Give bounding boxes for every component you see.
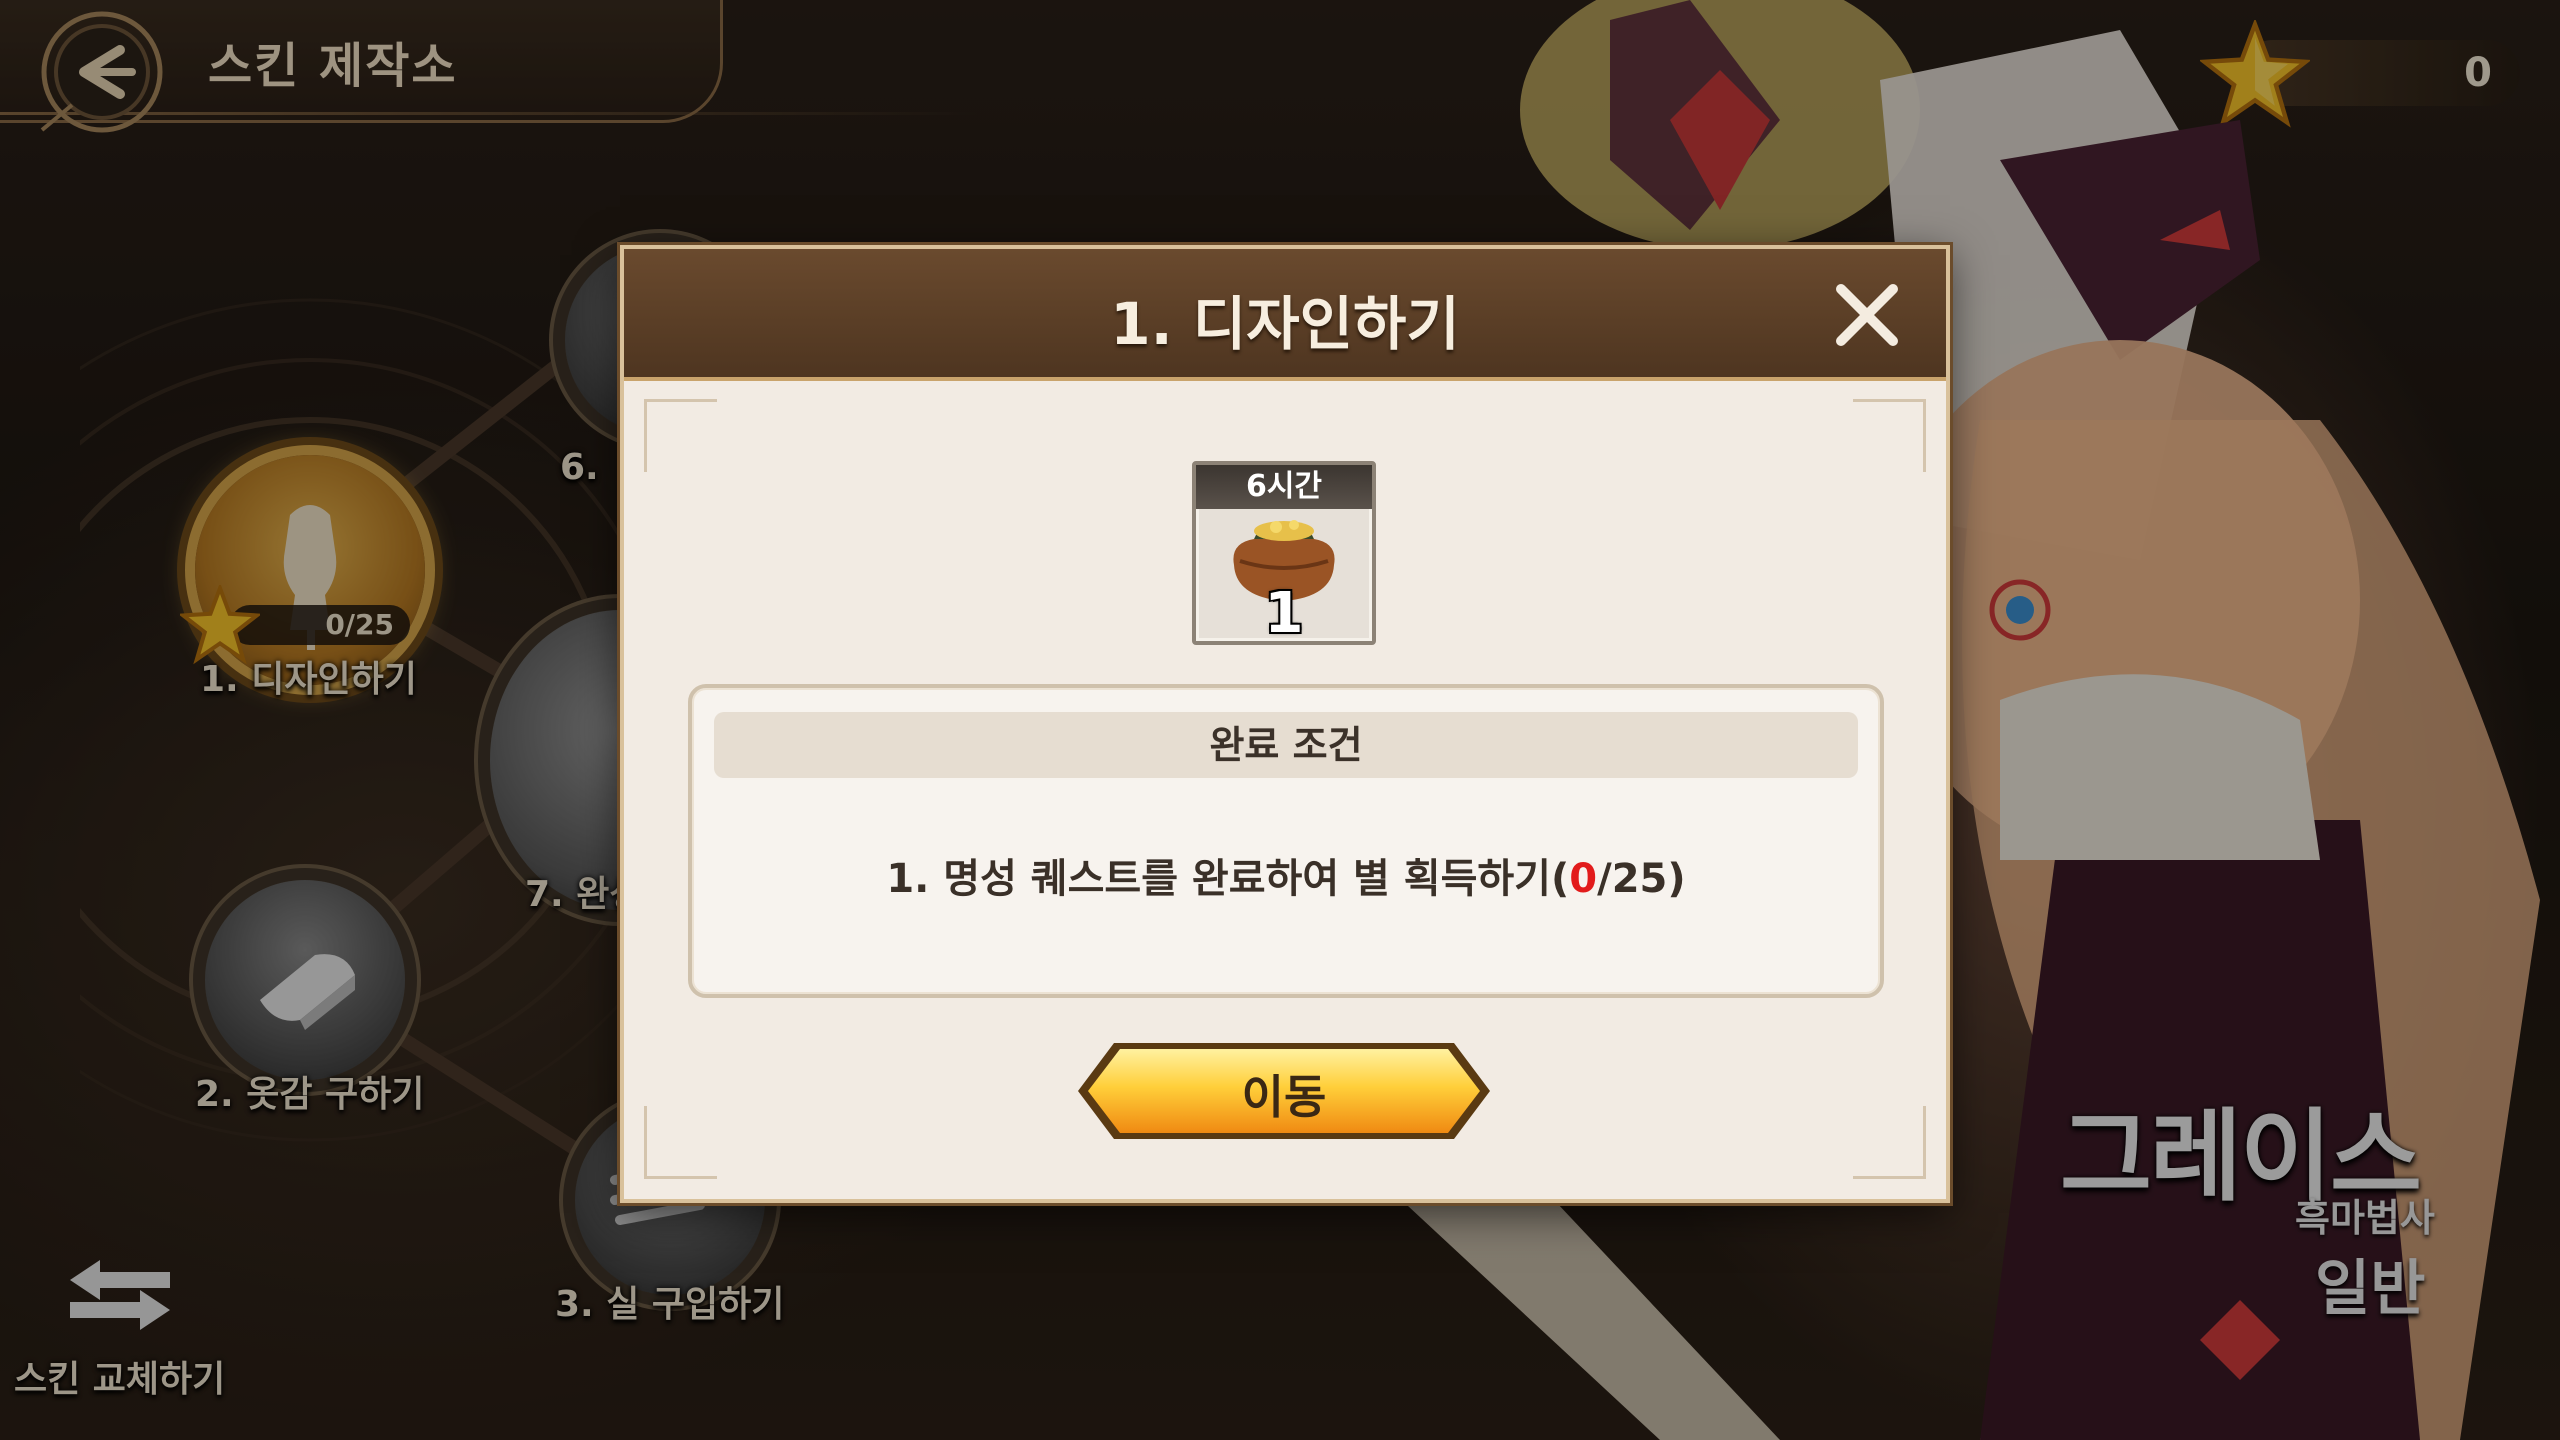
corner-ornament xyxy=(644,1106,717,1179)
modal-header: 1. 디자인하기 xyxy=(624,249,1946,381)
condition-prefix: 1. 명성 퀘스트를 완료하여 별 획득하기( xyxy=(886,856,1570,902)
move-button[interactable]: 이동 xyxy=(1074,1039,1494,1143)
condition-count: 0 xyxy=(1569,856,1598,902)
reward-item[interactable]: 6시간 1 xyxy=(1192,461,1376,646)
corner-ornament xyxy=(1853,399,1926,472)
corner-ornament xyxy=(1853,1106,1926,1179)
condition-text: 1. 명성 퀘스트를 완료하여 별 획득하기(0/25) xyxy=(692,846,1880,904)
modal-title: 1. 디자인하기 xyxy=(1110,290,1460,358)
reward-duration-badge: 6시간 xyxy=(1196,465,1372,509)
step-detail-modal: 1. 디자인하기 6시간 1 완료 조건 1. 명성 퀘스트를 완료하여 별 획… xyxy=(620,245,1950,1203)
corner-ornament xyxy=(644,399,717,472)
close-icon xyxy=(1836,284,1898,346)
condition-suffix: /25) xyxy=(1597,856,1686,902)
reward-quantity: 1 xyxy=(1264,581,1304,646)
condition-panel: 완료 조건 1. 명성 퀘스트를 완료하여 별 획득하기(0/25) xyxy=(688,684,1884,998)
condition-header: 완료 조건 xyxy=(714,712,1858,778)
close-button[interactable] xyxy=(1831,279,1903,351)
move-button-label: 이동 xyxy=(1241,1070,1327,1124)
